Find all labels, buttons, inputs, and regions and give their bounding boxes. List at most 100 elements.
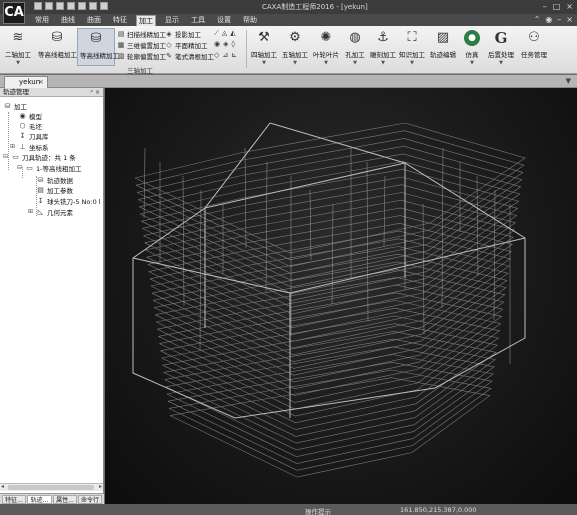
tab-path-manager[interactable]: 轨迹... <box>27 495 52 504</box>
simulate-button[interactable]: ● 仿真 ▼ <box>462 30 482 66</box>
new-file-icon[interactable] <box>34 2 42 10</box>
plane-finish-button[interactable]: ◇ 平面精加工 <box>165 40 207 50</box>
tab-tools[interactable]: 工具 <box>190 15 206 26</box>
redo-icon[interactable] <box>89 2 97 10</box>
tree-node-params[interactable]: ▤ 加工参数 <box>36 185 73 195</box>
group-label-three-axis: 三轴加工 <box>127 67 153 75</box>
tab-help[interactable]: 帮助 <box>242 15 258 26</box>
hole-button[interactable]: ◍ 孔加工 ▼ <box>343 30 367 66</box>
contour-rough-button[interactable]: ⛁ 等高线粗加工 <box>38 30 77 59</box>
tab-list-dropdown-icon[interactable]: ▼ <box>566 77 571 85</box>
plunge-line <box>309 189 312 261</box>
offset-3d-button[interactable]: ▦ 三维偏置加工 <box>117 40 166 50</box>
post-process-button[interactable]: G 后置处理 ▼ <box>486 30 516 66</box>
ribbon: ≋ 二轴加工 ▼ ⛁ 等高线粗加工 ⛁ 等高线精加工 ▤ 扫描线精加工 ▦ 三维偏置… <box>0 26 577 75</box>
contour-finish-button[interactable]: ⛁ 等高线精加工 <box>77 28 119 66</box>
plunge-line <box>476 175 479 277</box>
tab-properties[interactable]: 属性... <box>53 495 77 504</box>
scroll-thumb[interactable] <box>8 485 94 490</box>
scroll-left-icon[interactable]: ◂ <box>1 483 4 490</box>
doc-minimize-button[interactable]: – <box>557 15 561 24</box>
path-edit-icon: ▨ <box>436 30 450 45</box>
toolpath-drawing <box>132 122 526 478</box>
path-data-icon: ⛁ <box>37 175 44 184</box>
misc-path-icons-row-1[interactable]: ⟋◬◭ <box>214 29 239 38</box>
plane-icon: ◇ <box>166 41 172 49</box>
operation-folder-icon: ▭ <box>26 163 33 172</box>
hole-icon: ◍ <box>349 30 361 45</box>
tab-settings[interactable]: 设置 <box>216 15 232 26</box>
print-icon[interactable] <box>67 2 75 10</box>
tool-icon: ↧ <box>19 131 26 140</box>
expand-icon[interactable]: ⊞ <box>10 143 16 150</box>
document-tab[interactable]: yekun × <box>4 76 48 88</box>
blade-icon: ✺ <box>320 30 332 45</box>
tab-surface[interactable]: 曲面 <box>86 15 102 26</box>
tab-machining[interactable]: 加工 <box>136 15 156 26</box>
panel-header: 轨迹管理 ᵖ × <box>0 88 103 97</box>
knowledge-button[interactable]: ⛶ 知识加工 ▼ <box>399 30 425 66</box>
save-icon[interactable] <box>56 2 64 10</box>
operation-hint: 操作提示 <box>305 508 331 515</box>
contour-rough-icon: ⛁ <box>51 30 63 45</box>
blank-icon: ⬡ <box>19 121 26 130</box>
tree-node-coordinates[interactable]: ⊞ ⊥ 坐标系 <box>10 142 49 152</box>
close-icon[interactable]: × <box>38 77 44 88</box>
tab-feature-tree[interactable]: 特征... <box>2 495 26 504</box>
3d-viewport[interactable] <box>105 88 577 504</box>
simulate-icon: ● <box>464 30 480 46</box>
two-axis-machining-button[interactable]: ≋ 二轴加工 ▼ <box>3 30 33 66</box>
expand-icon[interactable]: ⊞ <box>28 208 34 215</box>
undo-icon[interactable] <box>78 2 86 10</box>
tree-node-operation[interactable]: ⊟ ▭ 1-等高线粗加工 <box>17 163 81 173</box>
scroll-right-icon[interactable]: ▸ <box>99 483 102 490</box>
four-axis-icon: ⚒ <box>258 30 270 45</box>
projection-button[interactable]: ◈ 投影加工 <box>165 29 201 39</box>
toolpath-layers <box>134 122 526 478</box>
tree-node-tool[interactable]: ↧ 球头铣刀-5 No:0 l <box>36 196 101 206</box>
tree-node-tool-paths[interactable]: ⊟ ▭ 刀具轨迹：共 1 条 <box>3 152 76 162</box>
tree-node-model[interactable]: ◉ 模型 <box>10 111 42 121</box>
blank-edge <box>289 237 526 294</box>
tree-node-tool-library[interactable]: ↧ 刀具库 <box>10 131 49 141</box>
tree-node-machining[interactable]: ⛁ 加工 <box>3 101 27 111</box>
ribbon-collapse-icon[interactable]: ⌃ <box>534 15 541 24</box>
tree-node-path-data[interactable]: ⛁ 轨迹数据 <box>36 175 73 185</box>
doc-close-button[interactable]: × <box>566 15 573 24</box>
quick-access-more-icon[interactable] <box>100 2 108 10</box>
collapse-icon[interactable]: ⊟ <box>3 153 9 160</box>
misc-path-icons-row-3[interactable]: ◇⊿⊾ <box>214 51 240 59</box>
collapse-icon[interactable]: ⊟ <box>17 164 23 171</box>
four-axis-button[interactable]: ⚒ 四轴加工 ▼ <box>250 30 278 66</box>
five-axis-button[interactable]: ⚙ 五轴加工 ▼ <box>281 30 309 66</box>
cursor-coordinates: 161.850,215.387,0.000 <box>400 506 477 514</box>
document-tab-strip: yekun × ▼ <box>0 75 577 88</box>
maximize-button[interactable]: □ <box>553 2 561 11</box>
panel-pin-close-icons[interactable]: ᵖ × <box>90 88 100 97</box>
style-icon[interactable]: ◉ <box>545 15 552 24</box>
close-button[interactable]: × <box>566 2 573 11</box>
pencil-clean-button[interactable]: ✎ 笔式清根加工 <box>165 51 214 61</box>
blade-button[interactable]: ✺ 叶轮叶片 ▼ <box>312 30 340 66</box>
tab-command-line[interactable]: 命令行 <box>78 495 102 504</box>
task-manager-button[interactable]: ⚇ 任务管理 <box>519 30 549 59</box>
scan-finish-button[interactable]: ▤ 扫描线精加工 <box>117 29 166 39</box>
path-edit-button[interactable]: ▨ 轨迹编辑 <box>429 30 457 59</box>
open-file-icon[interactable] <box>45 2 53 10</box>
tree-node-geometry[interactable]: ⊞ ◺ 几何元素 <box>28 207 73 217</box>
tree-connector <box>8 112 9 170</box>
contour-offset-button[interactable]: ▧ 轮廓偏置加工 <box>117 51 166 61</box>
tab-feature[interactable]: 特征 <box>112 15 128 26</box>
tab-display[interactable]: 显示 <box>164 15 180 26</box>
tab-curve[interactable]: 曲线 <box>60 15 76 26</box>
chevron-down-icon: ▼ <box>324 60 328 66</box>
engrave-button[interactable]: ⚓ 雕刻加工 ▼ <box>370 30 396 66</box>
two-axis-icon: ≋ <box>12 30 24 45</box>
tab-common[interactable]: 常用 <box>34 15 50 26</box>
horizontal-scrollbar[interactable]: ◂ ▸ <box>0 483 103 491</box>
misc-path-icons-row-2[interactable]: ◉◈◊ <box>214 40 238 48</box>
tree-node-blank[interactable]: ⬡ 毛坯 <box>10 121 42 131</box>
minimize-button[interactable]: – <box>543 2 547 11</box>
app-logo[interactable]: CA <box>3 2 25 24</box>
window-title: CAXA制造工程师2016 - [yekun] <box>262 3 368 11</box>
